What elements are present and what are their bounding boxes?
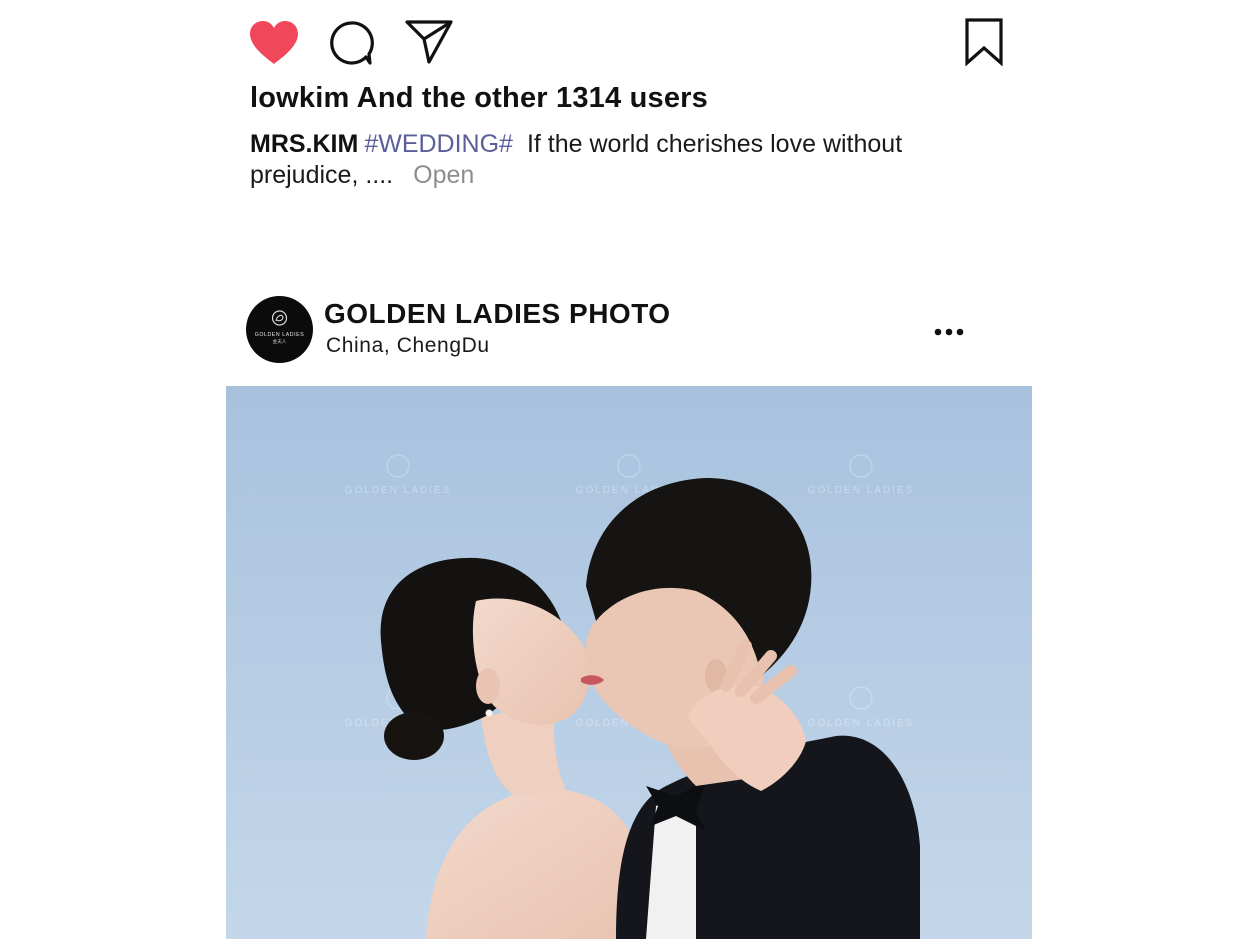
- post-photo[interactable]: GOLDEN LADIES GOLDEN LADIES GOLDEN LADIE…: [226, 386, 1032, 939]
- avatar[interactable]: GOLDEN LADIES 金夫人: [246, 296, 313, 363]
- caption-hashtag[interactable]: #WEDDING#: [364, 130, 513, 158]
- post-location[interactable]: China, ChengDu: [326, 334, 490, 358]
- bookmark-icon[interactable]: [964, 18, 1004, 66]
- brand-logo-icon: GOLDEN LADIES 金夫人: [255, 310, 305, 345]
- avatar-brand-cn: 金夫人: [273, 338, 287, 345]
- share-icon[interactable]: [404, 19, 454, 65]
- likes-summary[interactable]: lowkim And the other 1314 users: [250, 82, 708, 115]
- account-name[interactable]: GOLDEN LADIES PHOTO: [324, 298, 671, 330]
- heart-icon[interactable]: [248, 20, 300, 66]
- more-options-icon[interactable]: [934, 324, 964, 342]
- avatar-brand-text: GOLDEN LADIES: [255, 332, 305, 338]
- watermark-text: GOLDEN LADIES: [345, 485, 452, 496]
- post-action-bar: [248, 18, 1008, 68]
- caption-open-link[interactable]: Open: [413, 161, 474, 189]
- caption-author[interactable]: MRS.KIM: [250, 130, 358, 158]
- post-caption: MRS.KIM #WEDDING# If the world cherishes l…: [250, 129, 940, 191]
- comment-icon[interactable]: [328, 20, 374, 66]
- watermark-text: GOLDEN LADIES: [808, 718, 915, 729]
- watermark-text: GOLDEN LADIES: [808, 485, 915, 496]
- couple-photo-illustration: GOLDEN LADIES GOLDEN LADIES GOLDEN LADIE…: [226, 386, 1032, 939]
- post-header: GOLDEN LADIES 金夫人 GOLDEN LADIES PHOTO Ch…: [246, 296, 1026, 364]
- instagram-post-view: lowkim And the other 1314 users MRS.KIM #…: [0, 0, 1250, 939]
